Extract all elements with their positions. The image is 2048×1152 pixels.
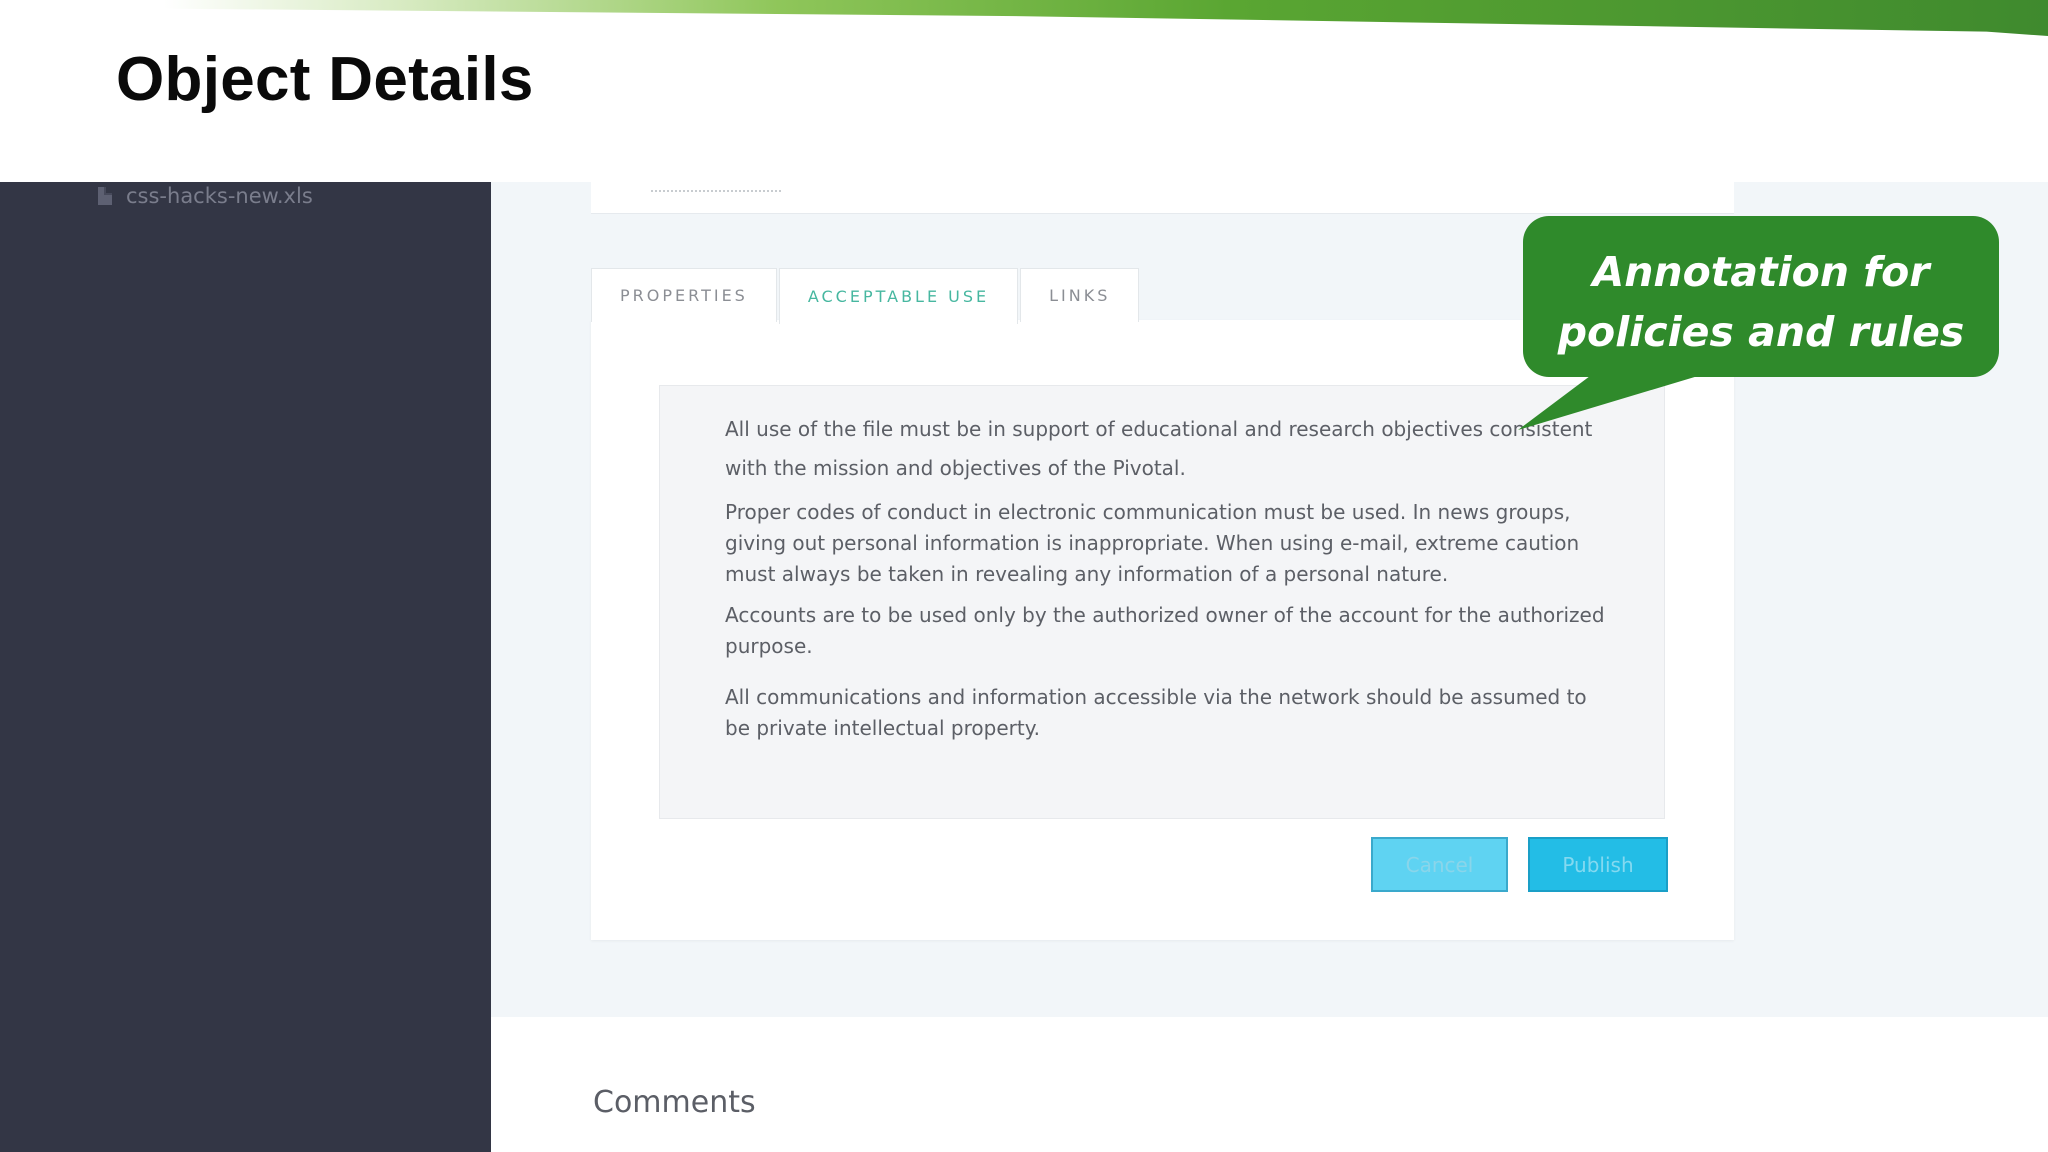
slide-title: Object Details [116,45,534,114]
policy-paragraph: Accounts are to be used only by the auth… [725,603,1605,658]
previous-card [591,182,1734,214]
callout-line-1: Annotation for [1592,248,1930,296]
policy-paragraph: Proper codes of conduct in electronic co… [725,500,1580,586]
callout-text: Annotation for policies and rules [1523,242,1999,362]
callout-line-2: policies and rules [1557,308,1965,356]
sidebar-file-name: css-hacks-new.xls [126,184,313,208]
sidebar: css-hacks-new.xls [0,182,491,1152]
tab-acceptable-use[interactable]: ACCEPTABLE USE [778,268,1019,324]
policy-content: All use of the file must be in support o… [725,410,1605,754]
comments-title: Comments [593,1085,756,1120]
header-stripe [0,0,2048,36]
annotation-callout: Annotation for policies and rules [1523,216,1999,377]
cancel-button[interactable]: Cancel [1371,837,1508,892]
sidebar-file-item[interactable]: css-hacks-new.xls [98,184,313,208]
policy-paragraph: All communications and information acces… [725,685,1587,740]
truncated-text [651,184,781,192]
file-icon [98,187,112,205]
policy-text-box: All use of the file must be in support o… [659,385,1665,819]
publish-button[interactable]: Publish [1528,837,1668,892]
tab-links[interactable]: LINKS [1020,268,1140,322]
tab-properties[interactable]: PROPERTIES [591,268,777,322]
policy-paragraph: All use of the file must be in support o… [725,417,1593,480]
tab-bar: PROPERTIES ACCEPTABLE USE LINKS [591,268,1141,324]
callout-pointer [1518,370,1718,430]
